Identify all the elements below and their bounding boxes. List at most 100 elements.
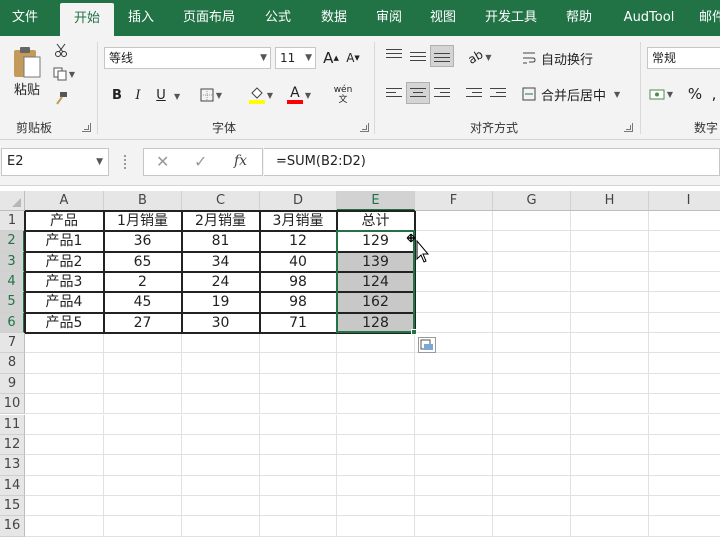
cell-h5[interactable] <box>571 292 649 313</box>
column-header-d[interactable]: D <box>260 191 337 211</box>
cell-a13[interactable] <box>25 455 104 476</box>
enter-icon[interactable]: ✓ <box>194 152 207 171</box>
cell-b5[interactable]: 45 <box>104 292 182 313</box>
cell-e4[interactable]: 124 <box>337 272 415 293</box>
cell-h10[interactable] <box>571 394 649 415</box>
cell-b12[interactable] <box>104 434 182 456</box>
cell-b10[interactable] <box>104 394 182 415</box>
tab-3[interactable]: 页面布局 <box>168 0 250 36</box>
cell-e14[interactable] <box>337 475 415 496</box>
cell-c9[interactable] <box>182 373 260 395</box>
cell-a4[interactable]: 产品3 <box>25 272 104 293</box>
column-header-h[interactable]: H <box>571 191 649 211</box>
cell-f14[interactable] <box>415 475 493 496</box>
row-header-7[interactable]: 7 <box>0 333 25 354</box>
cell-e3[interactable]: 139 <box>337 251 415 273</box>
cell-c13[interactable] <box>182 455 260 476</box>
cell-a9[interactable] <box>25 373 104 395</box>
cell-e12[interactable] <box>337 434 415 456</box>
cell-h1[interactable] <box>571 211 649 232</box>
cell-c6[interactable]: 30 <box>182 312 260 334</box>
cell-c16[interactable] <box>182 516 260 537</box>
cell-i6[interactable] <box>649 313 720 334</box>
cell-d11[interactable] <box>260 414 337 435</box>
cell-a2[interactable]: 产品1 <box>25 231 104 252</box>
tab-5[interactable]: 数据 <box>306 0 362 36</box>
cell-b14[interactable] <box>104 475 182 496</box>
row-header-8[interactable]: 8 <box>0 353 25 374</box>
cell-i4[interactable] <box>649 272 720 293</box>
cell-i15[interactable] <box>649 496 720 517</box>
tab-1[interactable]: 开始 <box>60 3 114 36</box>
cell-d10[interactable] <box>260 394 337 415</box>
underline-dropdown-icon[interactable]: ▼ <box>174 92 180 101</box>
row-header-5[interactable]: 5 <box>0 292 25 313</box>
cell-d16[interactable] <box>260 516 337 537</box>
cell-a15[interactable] <box>25 495 104 517</box>
cell-h14[interactable] <box>571 475 649 496</box>
cell-h2[interactable] <box>571 231 649 252</box>
cell-a14[interactable] <box>25 475 104 496</box>
font-color-button[interactable]: A ▼ <box>282 84 316 106</box>
cell-e2[interactable]: 129 <box>337 231 415 252</box>
cut-button[interactable] <box>52 41 70 59</box>
column-header-e[interactable]: E <box>337 191 415 211</box>
cell-e11[interactable] <box>337 414 415 435</box>
row-header-10[interactable]: 10 <box>0 394 25 415</box>
cell-d3[interactable]: 40 <box>260 251 337 273</box>
cell-i9[interactable] <box>649 374 720 395</box>
cell-g4[interactable] <box>493 272 571 293</box>
tab-4[interactable]: 公式 <box>250 0 306 36</box>
cell-c8[interactable] <box>182 353 260 374</box>
row-header-12[interactable]: 12 <box>0 434 25 456</box>
cell-e8[interactable] <box>337 353 415 374</box>
cell-c15[interactable] <box>182 495 260 517</box>
cell-h11[interactable] <box>571 414 649 435</box>
cell-f5[interactable] <box>415 292 493 313</box>
underline-button[interactable]: U <box>152 84 170 106</box>
row-header-11[interactable]: 11 <box>0 414 25 435</box>
clipboard-launcher-icon[interactable] <box>82 123 91 132</box>
row-header-9[interactable]: 9 <box>0 373 25 395</box>
cell-a8[interactable] <box>25 353 104 374</box>
formula-bar-grip-icon[interactable] <box>124 155 127 169</box>
cell-i5[interactable] <box>649 292 720 313</box>
cell-i13[interactable] <box>649 455 720 476</box>
cell-f13[interactable] <box>415 455 493 476</box>
cell-e9[interactable] <box>337 373 415 395</box>
cell-a1[interactable]: 产品 <box>25 211 104 232</box>
cell-f12[interactable] <box>415 434 493 456</box>
tab-2[interactable]: 插入 <box>114 0 168 36</box>
row-header-14[interactable]: 14 <box>0 475 25 496</box>
cell-a7[interactable] <box>25 333 104 354</box>
tab-8[interactable]: 开发工具 <box>470 0 552 36</box>
cell-g11[interactable] <box>493 414 571 435</box>
cell-c10[interactable] <box>182 394 260 415</box>
cell-e1[interactable]: 总计 <box>337 211 415 232</box>
cell-b7[interactable] <box>104 333 182 354</box>
cell-b16[interactable] <box>104 516 182 537</box>
orientation-button[interactable]: ab ▼ <box>466 47 494 67</box>
cell-g2[interactable] <box>493 231 571 252</box>
decrease-font-size-button[interactable]: A ▼ <box>344 48 362 68</box>
cell-c7[interactable] <box>182 333 260 354</box>
cell-c4[interactable]: 24 <box>182 272 260 293</box>
cell-a6[interactable]: 产品5 <box>25 312 104 334</box>
column-header-a[interactable]: A <box>25 191 104 211</box>
cell-g8[interactable] <box>493 353 571 374</box>
cell-c11[interactable] <box>182 414 260 435</box>
accounting-format-button[interactable]: ▼ <box>648 84 674 104</box>
align-left-icon[interactable] <box>386 88 402 102</box>
increase-font-size-button[interactable]: A ▲ <box>322 48 340 68</box>
cell-b2[interactable]: 36 <box>104 231 182 252</box>
cell-a10[interactable] <box>25 394 104 415</box>
cell-b11[interactable] <box>104 414 182 435</box>
cell-g15[interactable] <box>493 495 571 517</box>
row-header-2[interactable]: 2 <box>0 231 25 252</box>
cell-g13[interactable] <box>493 455 571 476</box>
cell-e16[interactable] <box>337 516 415 537</box>
cell-a16[interactable] <box>25 516 104 537</box>
cell-f6[interactable] <box>415 312 493 334</box>
cell-d6[interactable]: 71 <box>260 312 337 334</box>
tab-0[interactable]: 文件 <box>0 0 50 36</box>
